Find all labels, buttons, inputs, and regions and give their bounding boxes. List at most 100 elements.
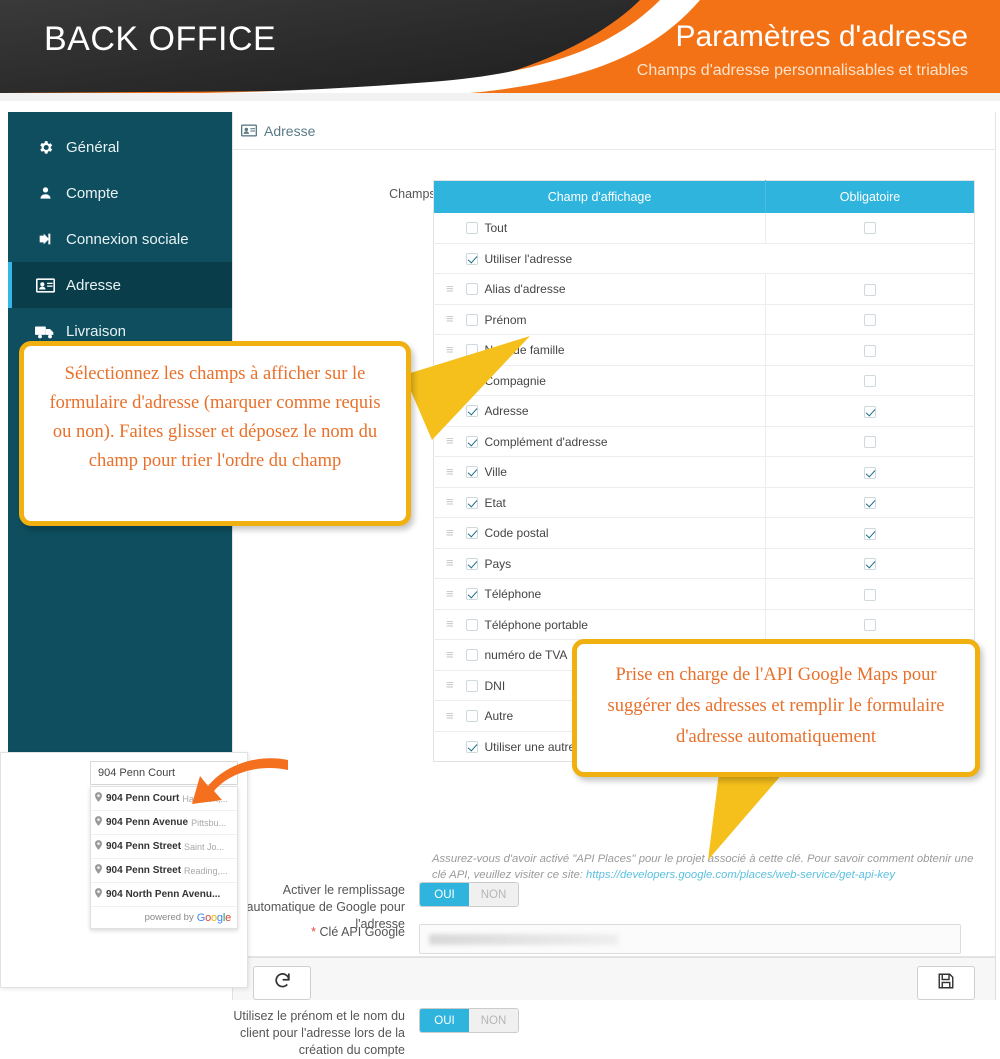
drag-handle-icon[interactable]: ≡ <box>446 587 454 600</box>
field-enable-checkbox[interactable] <box>465 496 478 509</box>
drag-handle-icon[interactable]: ≡ <box>446 556 454 569</box>
field-enable-checkbox[interactable] <box>465 679 478 692</box>
field-required-checkbox[interactable] <box>864 222 876 235</box>
save-button[interactable] <box>917 966 975 1000</box>
suggestion-main-text: 904 Penn Avenue <box>106 817 189 828</box>
use-customer-name-toggle[interactable]: OUI NON <box>419 1008 519 1033</box>
autofill-toggle[interactable]: OUI NON <box>419 882 519 907</box>
field-enable-checkbox[interactable] <box>465 221 478 234</box>
field-enable-checkbox[interactable] <box>465 252 478 265</box>
field-enable-checkbox[interactable] <box>465 527 478 540</box>
drag-handle-cell[interactable]: ≡ <box>433 273 466 304</box>
drag-handle-cell[interactable]: ≡ <box>433 700 466 731</box>
required-cell <box>765 303 975 335</box>
sidebar-item-label: Connexion sociale <box>66 230 189 248</box>
field-required-checkbox[interactable] <box>864 314 876 327</box>
api-key-input[interactable] <box>419 924 961 954</box>
autofill-toggle-no[interactable]: NON <box>469 883 518 906</box>
field-required-checkbox[interactable] <box>864 466 876 479</box>
map-pin-icon <box>95 816 102 829</box>
field-required-checkbox[interactable] <box>864 405 876 418</box>
autocomplete-suggestion[interactable]: 904 North Penn Avenu... <box>91 883 237 907</box>
field-label: Utiliser l'adresse <box>484 251 573 266</box>
sidebar-item-adresse[interactable]: Adresse <box>8 262 232 308</box>
suggestion-main-text: 904 Penn Street <box>106 865 182 876</box>
required-cell <box>765 395 975 426</box>
drag-handle-icon[interactable]: ≡ <box>446 648 454 661</box>
autocomplete-suggestion[interactable]: 904 Penn Street Reading,... <box>91 859 237 883</box>
login-icon <box>34 230 56 248</box>
field-required-checkbox[interactable] <box>864 497 876 510</box>
required-cell <box>765 578 975 609</box>
field-enable-checkbox[interactable] <box>465 557 478 570</box>
field-enable-checkbox[interactable] <box>465 283 478 296</box>
field-name-cell: Téléphone <box>465 578 766 609</box>
field-required-checkbox[interactable] <box>864 558 876 571</box>
table-row: ≡ Téléphone <box>433 578 975 609</box>
field-required-checkbox[interactable] <box>864 344 876 357</box>
suggestion-secondary-text: Reading,... <box>184 865 228 876</box>
field-label: Tout <box>484 220 508 235</box>
sidebar-item-connexion-sociale[interactable]: Connexion sociale <box>8 216 232 262</box>
col-header-field: Champ d'affichage <box>433 180 766 213</box>
sidebar-item-compte[interactable]: Compte <box>8 170 232 216</box>
save-icon <box>937 972 955 995</box>
drag-handle-icon[interactable]: ≡ <box>446 709 454 722</box>
required-cell <box>765 456 975 487</box>
drag-handle-icon[interactable]: ≡ <box>446 312 454 325</box>
drag-handle-cell[interactable]: ≡ <box>433 608 466 640</box>
drag-handle-icon[interactable]: ≡ <box>446 495 454 508</box>
suggestion-main-text: 904 Penn Street <box>106 841 182 852</box>
use-name-toggle-no[interactable]: NON <box>469 1009 518 1032</box>
required-cell <box>765 486 975 518</box>
drag-handle-icon[interactable]: ≡ <box>446 678 454 691</box>
table-row: ≡ Etat <box>433 486 975 518</box>
table-row: ≡ Téléphone portable <box>433 608 975 640</box>
callout-google: Prise en charge de l'API Google Maps pou… <box>572 639 980 777</box>
panel-header: Adresse <box>233 112 995 150</box>
autofill-toggle-yes[interactable]: OUI <box>420 883 469 906</box>
drag-handle-icon[interactable]: ≡ <box>446 282 454 295</box>
drag-handle-cell[interactable]: ≡ <box>433 669 466 701</box>
field-label: Alias d'adresse <box>484 282 566 297</box>
map-pin-icon <box>95 864 102 877</box>
powered-by-google: powered by Google <box>144 911 232 924</box>
field-required-checkbox[interactable] <box>864 619 876 632</box>
gear-icon <box>34 138 56 156</box>
drag-handle-cell[interactable]: ≡ <box>433 517 466 548</box>
field-enable-checkbox[interactable] <box>465 313 478 326</box>
field-label: Téléphone <box>484 587 542 602</box>
field-required-checkbox[interactable] <box>864 588 876 601</box>
refresh-icon <box>273 971 292 995</box>
field-required-checkbox[interactable] <box>864 527 876 540</box>
map-pin-icon <box>95 792 102 805</box>
callout-fields: Sélectionnez les champs à afficher sur l… <box>19 341 411 526</box>
drag-handle-icon[interactable]: ≡ <box>446 617 454 630</box>
table-row: ≡ Pays <box>433 547 975 579</box>
empty-cell <box>434 213 466 244</box>
field-name-cell: Alias d'adresse <box>465 273 766 304</box>
field-enable-checkbox[interactable] <box>465 710 478 723</box>
field-name-cell: Utiliser l'adresse <box>465 242 975 274</box>
field-required-checkbox[interactable] <box>864 436 876 449</box>
drag-handle-cell[interactable]: ≡ <box>433 578 466 609</box>
field-label: Autre <box>484 709 514 724</box>
drag-handle-cell[interactable]: ≡ <box>433 486 466 518</box>
drag-handle-cell[interactable]: ≡ <box>433 639 466 670</box>
field-enable-checkbox[interactable] <box>465 740 478 753</box>
autocomplete-suggestion[interactable]: 904 Penn Street Saint Jo... <box>91 835 237 859</box>
field-enable-checkbox[interactable] <box>465 588 478 601</box>
reset-button[interactable] <box>253 966 311 1000</box>
field-enable-checkbox[interactable] <box>465 649 478 662</box>
sidebar-item-general[interactable]: Général <box>8 124 232 170</box>
api-key-masked-value <box>429 934 619 945</box>
brand-title: BACK OFFICE <box>44 20 277 58</box>
drag-handle-cell[interactable]: ≡ <box>433 547 466 579</box>
field-label: numéro de TVA <box>484 648 568 663</box>
panel-title: Adresse <box>264 122 316 139</box>
use-name-toggle-yes[interactable]: OUI <box>420 1009 469 1032</box>
drag-handle-icon[interactable]: ≡ <box>446 526 454 539</box>
field-enable-checkbox[interactable] <box>465 618 478 631</box>
field-required-checkbox[interactable] <box>864 283 876 296</box>
field-required-checkbox[interactable] <box>864 375 876 388</box>
